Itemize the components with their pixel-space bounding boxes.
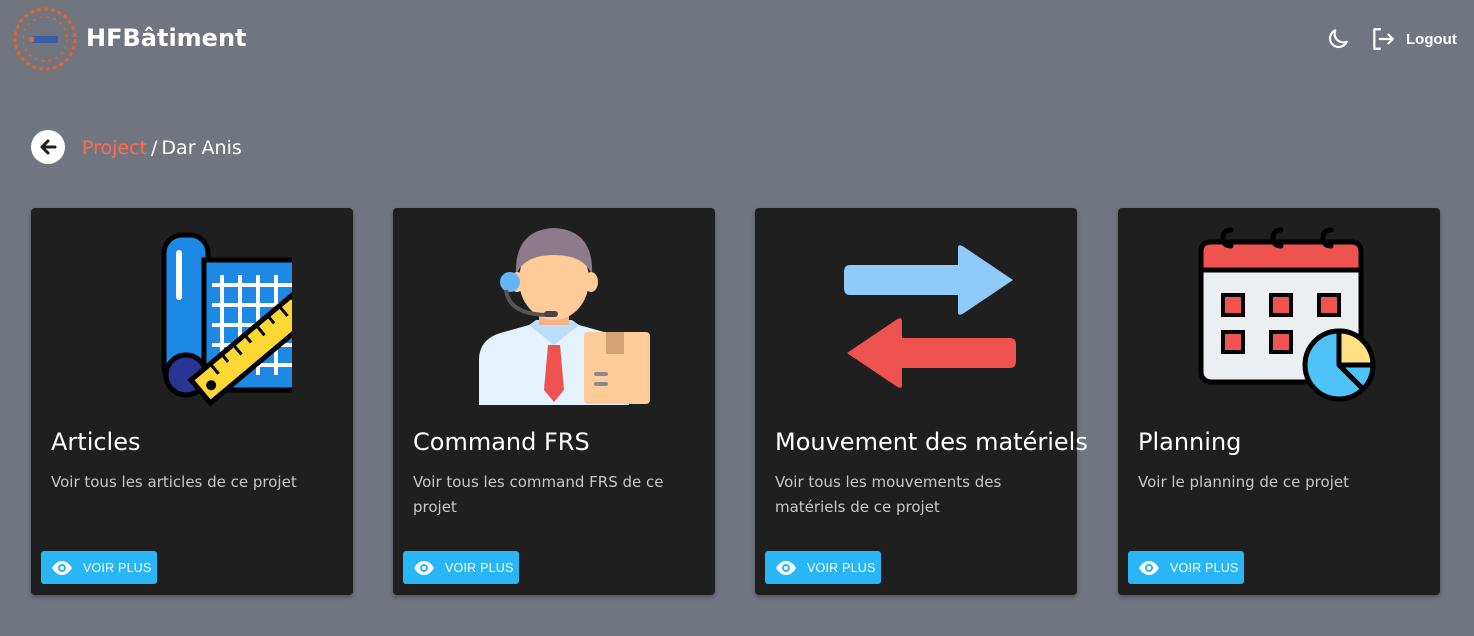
breadcrumb-separator: /: [151, 137, 158, 159]
eye-icon: [1139, 560, 1159, 575]
card-image: [755, 220, 1077, 420]
voir-plus-label: VOIR PLUS: [83, 560, 152, 575]
card-image: [393, 220, 715, 420]
card-description: Voir tous les mouvements des matériels d…: [775, 473, 1002, 516]
voir-plus-button[interactable]: VOIR PLUS: [1128, 551, 1244, 584]
voir-plus-button[interactable]: VOIR PLUS: [403, 551, 519, 584]
card-title: Articles: [51, 428, 141, 456]
breadcrumb-project-link[interactable]: Project: [82, 137, 147, 159]
voir-plus-label: VOIR PLUS: [807, 560, 876, 575]
logout-button[interactable]: Logout: [1370, 26, 1457, 52]
moon-icon: [1328, 29, 1348, 49]
card-description: Voir tous les articles de ce projet: [51, 473, 297, 491]
voir-plus-button[interactable]: VOIR PLUS: [765, 551, 881, 584]
card-description: Voir le planning de ce projet: [1138, 473, 1349, 491]
transfer-arrows-icon: [844, 245, 1016, 388]
card-description: Voir tous les command FRS de ce projet: [413, 473, 664, 516]
brand-name: HFBâtiment: [86, 24, 247, 52]
card-image: [1118, 220, 1440, 420]
voir-plus-label: VOIR PLUS: [1170, 560, 1239, 575]
breadcrumb-current: Dar Anis: [161, 137, 242, 159]
voir-plus-label: VOIR PLUS: [445, 560, 514, 575]
card-mouvement-materiels: Mouvement des matériels Voir tous les mo…: [755, 208, 1088, 595]
back-button[interactable]: [31, 130, 65, 164]
app-header: HFBâtiment Logout: [0, 0, 1474, 80]
brand-logo: [12, 6, 78, 72]
card-title: Command FRS: [413, 428, 590, 456]
card-articles: Articles Voir tous les articles de ce pr…: [31, 208, 353, 595]
card-title: Planning: [1138, 428, 1242, 456]
card-title: Mouvement des matériels: [775, 428, 1088, 456]
logout-label: Logout: [1406, 30, 1457, 48]
calendar-chart-icon: [1198, 227, 1376, 402]
logout-icon: [1373, 28, 1394, 50]
blueprint-ruler-icon: [161, 232, 292, 407]
card-planning: Planning Voir le planning de ce projet V…: [1118, 208, 1440, 595]
breadcrumb: Project / Dar Anis: [82, 137, 242, 159]
delivery-agent-icon: [479, 228, 650, 405]
card-image: [31, 220, 353, 420]
card-command-frs: Command FRS Voir tous les command FRS de…: [393, 208, 715, 595]
arrow-left-icon: [40, 139, 57, 155]
theme-toggle-button[interactable]: [1325, 26, 1351, 52]
eye-icon: [52, 560, 72, 575]
voir-plus-button[interactable]: VOIR PLUS: [41, 551, 157, 584]
eye-icon: [776, 560, 796, 575]
eye-icon: [414, 560, 434, 575]
